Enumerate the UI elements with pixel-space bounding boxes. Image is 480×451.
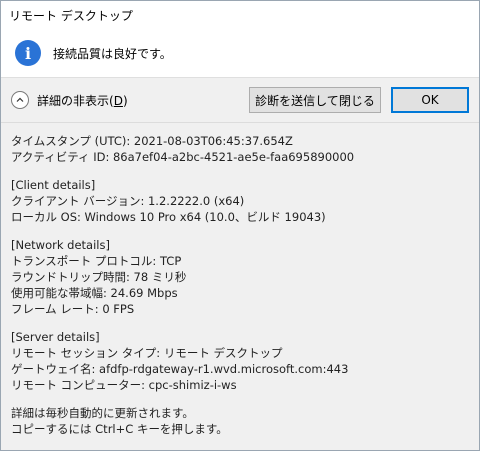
local-os-line: ローカル OS: Windows 10 Pro x64 (10.0、ビルド 19…: [11, 210, 326, 224]
details-panel: タイムスタンプ (UTC): 2021-08-03T06:45:37.654Z …: [1, 123, 479, 437]
toggle-label-prefix: 詳細の非表示(: [37, 93, 114, 108]
server-details-heading: [Server details]: [11, 330, 100, 344]
title-bar: リモート デスクトップ: [1, 1, 479, 29]
toggle-label-suffix: ): [122, 93, 128, 108]
window-title: リモート デスクトップ: [9, 8, 133, 23]
timestamp-line: タイムスタンプ (UTC): 2021-08-03T06:45:37.654Z: [11, 134, 293, 148]
session-type-line: リモート セッション タイプ: リモート デスクトップ: [11, 346, 283, 360]
details-toggle[interactable]: 詳細の非表示(D): [11, 91, 128, 109]
send-diagnostics-button[interactable]: 診断を送信して閉じる: [249, 87, 381, 113]
message-header: i 接続品質は良好です。: [1, 29, 479, 78]
round-trip-time-line: ラウンドトリップ時間: 78 ミリ秒: [11, 270, 187, 284]
action-bar: 詳細の非表示(D) 診断を送信して閉じる OK: [1, 78, 479, 123]
auto-update-note: 詳細は毎秒自動的に更新されます。: [11, 406, 194, 420]
info-icon: i: [15, 40, 41, 66]
transport-protocol-line: トランスポート プロトコル: TCP: [11, 254, 182, 268]
toggle-access-key: D: [113, 93, 123, 108]
remote-desktop-window: リモート デスクトップ i 接続品質は良好です。 詳細の非表示(D) 診断を送信…: [0, 0, 480, 451]
bandwidth-line: 使用可能な帯域幅: 24.69 Mbps: [11, 286, 178, 300]
client-version-line: クライアント バージョン: 1.2.2222.0 (x64): [11, 194, 245, 208]
ok-button[interactable]: OK: [391, 87, 469, 113]
remote-computer-line: リモート コンピューター: cpc-shimiz-i-ws: [11, 378, 237, 392]
copy-hint-note: コピーするには Ctrl+C キーを押します。: [11, 422, 228, 436]
connection-quality-message: 接続品質は良好です。: [53, 46, 172, 61]
gateway-line: ゲートウェイ名: afdfp-rdgateway-r1.wvd.microsof…: [11, 362, 349, 376]
network-details-heading: [Network details]: [11, 238, 110, 252]
chevron-up-icon[interactable]: [11, 91, 29, 109]
details-toggle-label[interactable]: 詳細の非表示(D): [37, 92, 128, 109]
frame-rate-line: フレーム レート: 0 FPS: [11, 302, 135, 316]
client-details-heading: [Client details]: [11, 178, 96, 192]
activity-id-line: アクティビティ ID: 86a7ef04-a2bc-4521-ae5e-faa6…: [11, 150, 355, 164]
